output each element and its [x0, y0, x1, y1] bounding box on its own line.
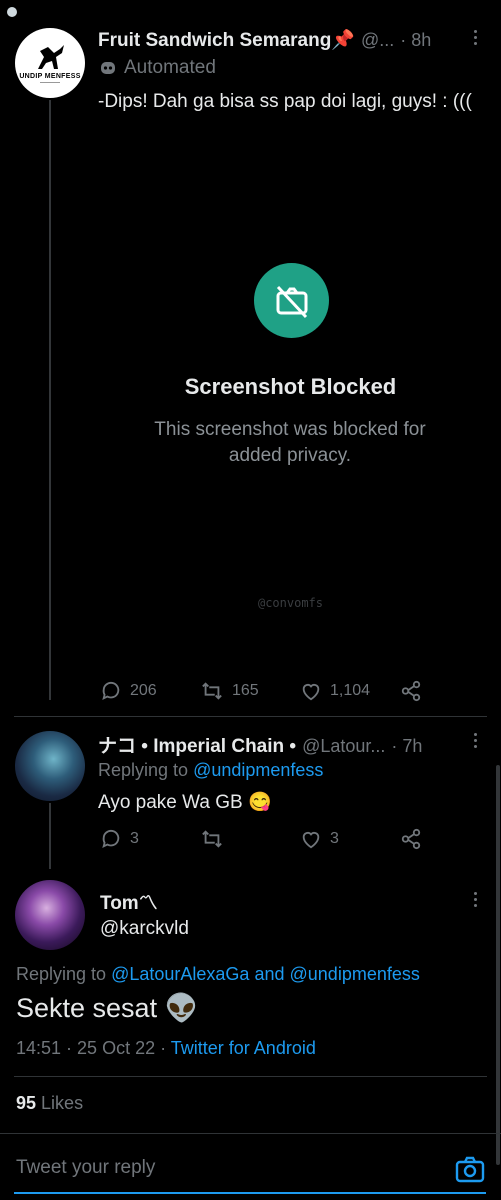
replying-to-link-1[interactable]: @LatourAlexaGa [111, 964, 249, 984]
share-icon [401, 828, 421, 850]
tweet1-text: -Dips! Dah ga bisa ss pap doi lagi, guys… [98, 91, 472, 112]
divider [14, 1076, 487, 1077]
tweet1-share-button[interactable] [400, 680, 422, 702]
divider [14, 716, 487, 717]
tweet1-reply-button[interactable]: 206 [100, 680, 157, 702]
retweet-icon [202, 682, 222, 700]
reply-icon [102, 829, 120, 849]
tweet2-reply-button[interactable]: 3 [100, 828, 139, 850]
share-icon [401, 680, 421, 702]
tom-avatar[interactable] [15, 880, 85, 950]
blocked-title: Screenshot Blocked [184, 374, 397, 399]
automated-label: Automated [124, 57, 216, 78]
tweet3-author-name[interactable]: Tom〽 [100, 888, 158, 915]
replying-to-link-2[interactable]: @undipmenfess [290, 964, 420, 984]
tweet2-handle[interactable]: @Latour... [302, 736, 385, 757]
tweet1-handle[interactable]: @... [361, 30, 394, 51]
blocked-description: This screenshot was blocked for added pr… [154, 419, 426, 466]
replying-to-label: Replying to [98, 760, 189, 780]
composer-bottom-line [14, 1192, 486, 1194]
replying-to-label: Replying to [16, 964, 107, 984]
heart-icon [302, 684, 320, 701]
camera-icon [455, 1156, 485, 1183]
likes-count: 95 [16, 1093, 37, 1113]
tweet2-time[interactable]: · 7h [391, 736, 422, 757]
screenshot-blocked-panel: Screenshot Blocked This screenshot was b… [98, 230, 483, 650]
retweet-icon [202, 830, 222, 848]
logo-silhouette-icon [38, 45, 64, 69]
camera-button[interactable] [455, 1155, 485, 1188]
replying-and-label: and [254, 964, 285, 984]
tweet2-text: Ayo pake Wa GB 😋 [98, 792, 272, 813]
likes-summary[interactable]: 95 Likes [16, 1093, 83, 1114]
tweet1-retweet-button[interactable]: 165 [200, 680, 259, 702]
like-count: 1,104 [330, 682, 371, 699]
camera-off-icon [254, 263, 329, 338]
tweet2-share-button[interactable] [400, 828, 422, 850]
watermark: @convomfs [257, 596, 324, 610]
thread-line [49, 100, 51, 700]
tweet1-more-icon[interactable] [474, 30, 478, 48]
replying-to-link[interactable]: @undipmenfess [193, 760, 323, 780]
divider [0, 1133, 501, 1134]
tweet3-more-icon[interactable] [474, 892, 478, 910]
tweet1-like-button[interactable]: 1,104 [300, 680, 370, 702]
tweet2-retweet-button[interactable] [200, 828, 224, 850]
tweet3-text: Sekte sesat 👽 [16, 993, 199, 1023]
tweet2-more-icon[interactable] [474, 733, 478, 751]
undip-menfess-avatar[interactable]: UNDIP MENFESS [15, 28, 85, 98]
tweet1-time[interactable]: · 8h [400, 30, 431, 51]
tweet3-client-link[interactable]: Twitter for Android [171, 1038, 316, 1058]
retweet-count: 165 [232, 682, 259, 699]
tweet2-author-name[interactable]: ナコ • Imperial Chain • [98, 731, 296, 758]
scrollbar[interactable] [496, 765, 500, 1165]
reply-input[interactable] [6, 1148, 446, 1188]
tweet3-timestamp: 14:51 · 25 Oct 22 · [16, 1038, 167, 1058]
bot-icon [101, 62, 115, 74]
tweet1-author-name[interactable]: Fruit Sandwich Semarang📌 [98, 28, 355, 52]
status-indicator-icon [7, 7, 17, 17]
reply-count: 3 [130, 830, 139, 847]
tweet2-like-button[interactable]: 3 [300, 828, 339, 850]
reply-icon [102, 681, 120, 701]
imperial-chain-avatar[interactable] [15, 731, 85, 801]
avatar-logo-text: UNDIP MENFESS [19, 73, 81, 80]
likes-label: Likes [41, 1093, 84, 1113]
heart-icon [302, 832, 320, 849]
thread-line [49, 803, 51, 869]
like-count: 3 [330, 830, 339, 847]
reply-count: 206 [130, 682, 157, 699]
tweet3-handle[interactable]: @karckvld [100, 918, 189, 940]
